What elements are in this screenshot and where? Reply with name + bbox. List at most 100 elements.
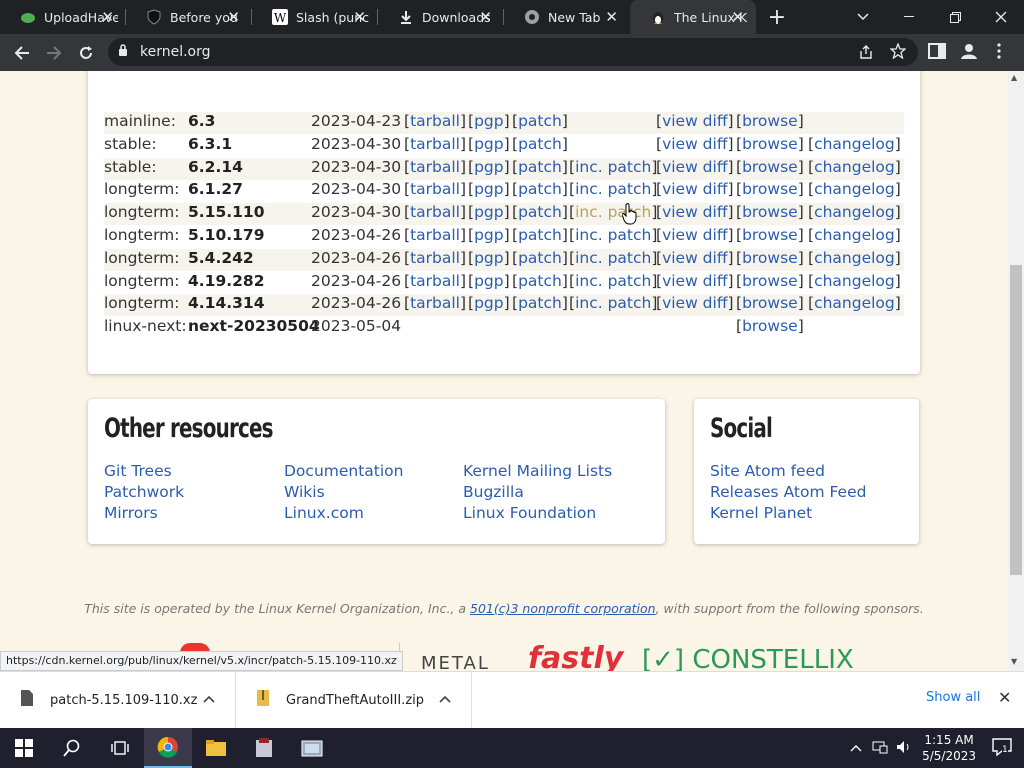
constellix-logo[interactable]: [✓] CONSTELLIX (642, 645, 854, 671)
nonprofit-link[interactable]: 501(c)3 nonprofit corporation (470, 601, 656, 616)
browse-link[interactable]: [browse] (736, 158, 804, 176)
changelog-link[interactable]: [changelog] (808, 249, 901, 267)
start-button[interactable] (0, 728, 48, 768)
browse-link[interactable]: [browse] (736, 203, 804, 221)
chevron-up-icon[interactable] (203, 692, 215, 706)
kernel-mailing-lists-link[interactable]: Kernel Mailing Lists (463, 462, 612, 480)
changelog-link[interactable]: [changelog] (808, 226, 901, 244)
tab-new-tab[interactable]: New Tab ✕ (504, 0, 630, 34)
tarball-link[interactable]: [tarball] (404, 272, 466, 290)
tab-linux-kernel[interactable]: The Linux K ✕ (630, 0, 756, 34)
view-diff-link[interactable]: [view diff] (656, 203, 734, 221)
changelog-link[interactable]: [changelog] (808, 272, 901, 290)
back-button[interactable] (6, 37, 38, 69)
scroll-down-icon[interactable]: ▼ (1011, 657, 1017, 666)
tab-before-you[interactable]: Before you ✕ (126, 0, 252, 34)
show-all-button[interactable]: Show all (926, 690, 980, 705)
patch-link[interactable]: [patch] (512, 112, 568, 130)
reload-button[interactable] (70, 37, 102, 69)
tarball-link[interactable]: [tarball] (404, 180, 466, 198)
git-trees-link[interactable]: Git Trees (104, 462, 172, 480)
inc-patch-link[interactable]: [inc. patch] (569, 158, 657, 176)
close-icon[interactable]: ✕ (227, 9, 240, 25)
view-diff-link[interactable]: [view diff] (656, 226, 734, 244)
patchwork-link[interactable]: Patchwork (104, 483, 184, 501)
download-item[interactable]: patch-5.15.109-110.xz (0, 671, 236, 729)
chevron-up-icon[interactable] (439, 692, 451, 706)
view-diff-link[interactable]: [view diff] (656, 112, 734, 130)
scrollbar-thumb[interactable] (1010, 265, 1022, 575)
tarball-link[interactable]: [tarball] (404, 135, 466, 153)
site-atom-feed-link[interactable]: Site Atom feed (710, 462, 825, 480)
pgp-link[interactable]: [pgp] (468, 158, 510, 176)
profile-icon[interactable] (960, 42, 978, 64)
forward-button[interactable] (38, 37, 70, 69)
search-icon[interactable] (48, 728, 96, 768)
releases-atom-feed-link[interactable]: Releases Atom Feed (710, 483, 866, 501)
scroll-up-icon[interactable]: ▲ (1011, 73, 1017, 82)
tarball-link[interactable]: [tarball] (404, 112, 466, 130)
browse-link[interactable]: [browse] (736, 249, 804, 267)
wikis-link[interactable]: Wikis (284, 483, 325, 501)
minimize-button[interactable] (886, 0, 932, 34)
kernel-planet-link[interactable]: Kernel Planet (710, 504, 812, 522)
browse-link[interactable]: [browse] (736, 317, 804, 335)
close-download-shelf-icon[interactable]: ✕ (998, 688, 1011, 707)
linux-foundation-link[interactable]: Linux Foundation (463, 504, 596, 522)
patch-link[interactable]: [patch] (512, 135, 568, 153)
window-close-button[interactable] (978, 0, 1024, 34)
metal-logo[interactable]: METAL (421, 653, 490, 671)
browse-link[interactable]: [browse] (736, 135, 804, 153)
address-bar[interactable]: kernel.org (108, 38, 918, 66)
menu-icon[interactable] (996, 43, 1002, 63)
browse-link[interactable]: [browse] (736, 112, 804, 130)
pgp-link[interactable]: [pgp] (468, 112, 510, 130)
tab-slash[interactable]: W Slash (punc ✕ (252, 0, 378, 34)
changelog-link[interactable]: [changelog] (808, 294, 901, 312)
patch-link[interactable]: [patch] (512, 158, 568, 176)
pgp-link[interactable]: [pgp] (468, 294, 510, 312)
pgp-link[interactable]: [pgp] (468, 203, 510, 221)
view-diff-link[interactable]: [view diff] (656, 249, 734, 267)
pgp-link[interactable]: [pgp] (468, 180, 510, 198)
view-diff-link[interactable]: [view diff] (656, 158, 734, 176)
bookmark-star-icon[interactable] (889, 42, 907, 63)
inc-patch-link[interactable]: [inc. patch] (569, 249, 657, 267)
patch-link[interactable]: [patch] (512, 180, 568, 198)
tarball-link[interactable]: [tarball] (404, 294, 466, 312)
tarball-link[interactable]: [tarball] (404, 203, 466, 221)
lock-icon[interactable] (118, 44, 128, 60)
inc-patch-link[interactable]: [inc. patch] (569, 272, 657, 290)
pgp-link[interactable]: [pgp] (468, 249, 510, 267)
view-diff-link[interactable]: [view diff] (656, 294, 734, 312)
chevron-up-tray-icon[interactable] (850, 741, 862, 755)
clock[interactable]: 1:15 AM 5/5/2023 (922, 732, 976, 764)
inc-patch-link[interactable]: [inc. patch] (569, 294, 657, 312)
inc-patch-link[interactable]: [inc. patch] (569, 226, 657, 244)
pgp-link[interactable]: [pgp] (468, 272, 510, 290)
browse-link[interactable]: [browse] (736, 272, 804, 290)
fastly-logo[interactable]: fastly (528, 641, 623, 671)
browse-link[interactable]: [browse] (736, 226, 804, 244)
documentation-link[interactable]: Documentation (284, 462, 404, 480)
app-window-icon[interactable] (288, 728, 336, 768)
changelog-link[interactable]: [changelog] (808, 135, 901, 153)
tab-search-button[interactable] (840, 0, 886, 34)
browse-link[interactable]: [browse] (736, 180, 804, 198)
inc-patch-link[interactable]: [inc. patch] (569, 180, 657, 198)
tab-uploadhaven[interactable]: UploadHaven ✕ (0, 0, 126, 34)
changelog-link[interactable]: [changelog] (808, 180, 901, 198)
view-diff-link[interactable]: [view diff] (656, 272, 734, 290)
download-item[interactable]: GrandTheftAutoIII.zip (236, 671, 472, 729)
task-view-icon[interactable] (96, 728, 144, 768)
close-icon[interactable]: ✕ (101, 9, 114, 25)
tarball-link[interactable]: [tarball] (404, 226, 466, 244)
close-icon[interactable]: ✕ (731, 9, 744, 25)
patch-link[interactable]: [patch] (512, 226, 568, 244)
notification-center-icon[interactable]: 1 (992, 737, 1012, 759)
close-icon[interactable]: ✕ (605, 9, 618, 25)
share-icon[interactable] (858, 44, 874, 64)
restore-button[interactable] (932, 0, 978, 34)
tab-downloads[interactable]: Downloads ✕ (378, 0, 504, 34)
chrome-taskbar-icon[interactable] (144, 728, 192, 768)
